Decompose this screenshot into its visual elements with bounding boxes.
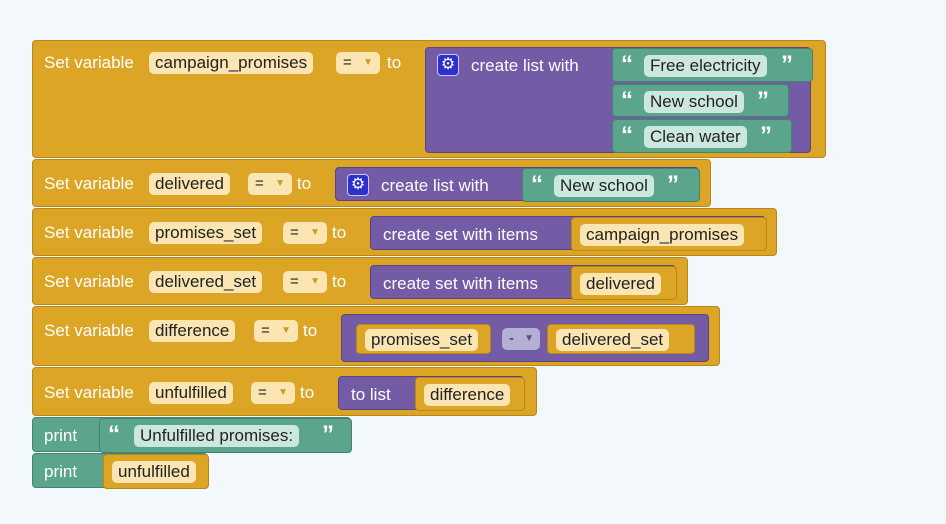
open-quote-icon: “ — [621, 122, 633, 149]
gear-icon[interactable]: ⚙ — [347, 174, 369, 196]
dropdown-arrow-icon: ▼ — [310, 276, 320, 287]
set-variable-label: Set variable — [44, 53, 134, 72]
to-label: to — [332, 272, 347, 291]
set-variable-label: Set variable — [44, 223, 134, 242]
operator-label: = — [343, 54, 352, 71]
operator-dropdown[interactable]: = ▼ — [336, 52, 380, 74]
variable-promises-set[interactable]: promises_set — [149, 222, 263, 244]
set-variable-block-campaign-promises[interactable]: Set variable campaign_promises = ▼ to ⚙ c… — [32, 40, 826, 158]
to-label: to — [300, 383, 315, 402]
print-label: print — [44, 462, 78, 481]
to-label: to — [387, 53, 402, 72]
text-value[interactable]: Free electricity — [644, 55, 767, 77]
variable-promises-set[interactable]: promises_set — [365, 329, 479, 351]
variable-getter-block[interactable]: difference — [415, 377, 525, 411]
create-list-block[interactable]: ⚙ create list with “ Free electricity ” … — [425, 47, 813, 153]
variable-getter-block[interactable]: promises_set — [356, 324, 491, 354]
dropdown-arrow-icon: ▼ — [310, 227, 320, 238]
gear-icon[interactable]: ⚙ — [437, 54, 459, 76]
open-quote-icon: “ — [621, 87, 633, 114]
operator-dropdown[interactable]: = ▼ — [283, 222, 327, 244]
variable-delivered-set[interactable]: delivered_set — [149, 271, 263, 293]
dropdown-arrow-icon: ▼ — [275, 178, 285, 189]
text-block-unfulfilled-promises[interactable]: “ Unfulfilled promises: ” — [99, 418, 352, 453]
variable-unfulfilled[interactable]: unfulfilled — [149, 382, 233, 404]
create-list-block[interactable]: ⚙ create list with “ New school ” — [335, 167, 700, 202]
dropdown-arrow-icon: ▼ — [363, 57, 373, 68]
set-variable-label: Set variable — [44, 174, 134, 193]
text-block-free-electricity[interactable]: “ Free electricity ” — [612, 48, 813, 82]
operator-dropdown[interactable]: = ▼ — [248, 173, 292, 195]
set-variable-block-delivered-set[interactable]: Set variable delivered_set = ▼ to create … — [32, 257, 688, 305]
variable-difference[interactable]: difference — [424, 384, 511, 406]
create-list-with-label: create list with — [471, 56, 579, 75]
create-set-with-items-label: create set with items — [383, 274, 538, 293]
operator-label: = — [258, 384, 267, 401]
to-label: to — [332, 223, 347, 242]
print-block-variable[interactable]: print unfulfilled — [32, 453, 209, 489]
create-set-block[interactable]: create set with items campaign_promises — [370, 216, 767, 251]
set-variable-block-unfulfilled[interactable]: Set variable unfulfilled = ▼ to to list d… — [32, 367, 537, 416]
set-variable-label: Set variable — [44, 272, 134, 291]
minus-operator-dropdown[interactable]: - ▼ — [502, 328, 540, 350]
variable-getter-block[interactable]: campaign_promises — [571, 217, 767, 251]
print-block-text[interactable]: print “ Unfulfilled promises: ” — [32, 417, 352, 453]
operator-label: = — [290, 224, 299, 241]
text-value[interactable]: Clean water — [644, 126, 747, 148]
open-quote-icon: “ — [531, 171, 543, 198]
create-set-with-items-label: create set with items — [383, 225, 538, 244]
set-variable-block-delivered[interactable]: Set variable delivered = ▼ to ⚙ create li… — [32, 159, 711, 207]
text-value[interactable]: New school — [644, 91, 744, 113]
open-quote-icon: “ — [621, 51, 633, 78]
to-label: to — [297, 174, 312, 193]
operator-label: = — [290, 273, 299, 290]
variable-campaign-promises[interactable]: campaign_promises — [580, 224, 745, 246]
open-quote-icon: “ — [108, 421, 120, 448]
dropdown-arrow-icon: ▼ — [524, 333, 534, 344]
variable-delivered-set[interactable]: delivered_set — [556, 329, 670, 351]
variable-unfulfilled[interactable]: unfulfilled — [112, 461, 196, 483]
operator-dropdown[interactable]: = ▼ — [254, 320, 298, 342]
set-variable-block-difference[interactable]: Set variable difference = ▼ to promises_s… — [32, 306, 720, 366]
text-block-clean-water[interactable]: “ Clean water ” — [612, 119, 792, 153]
variable-getter-block[interactable]: delivered_set — [547, 324, 695, 354]
close-quote-icon: ” — [322, 421, 334, 448]
create-list-with-label: create list with — [381, 176, 489, 195]
dropdown-arrow-icon: ▼ — [278, 387, 288, 398]
text-block-new-school[interactable]: “ New school ” — [612, 84, 789, 117]
text-block-new-school[interactable]: “ New school ” — [522, 168, 700, 202]
close-quote-icon: ” — [757, 87, 769, 114]
operator-label: - — [509, 330, 514, 347]
set-difference-block[interactable]: promises_set - ▼ delivered_set — [341, 314, 709, 362]
set-variable-label: Set variable — [44, 383, 134, 402]
close-quote-icon: ” — [667, 171, 679, 198]
variable-getter-block[interactable]: unfulfilled — [103, 454, 209, 489]
print-label: print — [44, 426, 78, 445]
to-list-block[interactable]: to list difference — [338, 376, 525, 411]
variable-getter-block[interactable]: delivered — [571, 266, 677, 300]
variable-campaign-promises[interactable]: campaign_promises — [149, 52, 314, 74]
operator-label: = — [261, 322, 270, 339]
close-quote-icon: ” — [760, 122, 772, 149]
set-variable-label: Set variable — [44, 321, 134, 340]
to-label: to — [303, 321, 318, 340]
dropdown-arrow-icon: ▼ — [281, 325, 291, 336]
operator-dropdown[interactable]: = ▼ — [251, 382, 295, 404]
operator-label: = — [255, 175, 264, 192]
operator-dropdown[interactable]: = ▼ — [283, 271, 327, 293]
text-value[interactable]: New school — [554, 175, 654, 197]
close-quote-icon: ” — [781, 51, 793, 78]
variable-delivered[interactable]: delivered — [580, 273, 661, 295]
create-set-block[interactable]: create set with items delivered — [370, 265, 677, 300]
variable-difference[interactable]: difference — [149, 320, 236, 342]
variable-delivered[interactable]: delivered — [149, 173, 230, 195]
text-value[interactable]: Unfulfilled promises: — [134, 425, 300, 447]
to-list-label: to list — [351, 385, 391, 404]
set-variable-block-promises-set[interactable]: Set variable promises_set = ▼ to create s… — [32, 208, 777, 256]
